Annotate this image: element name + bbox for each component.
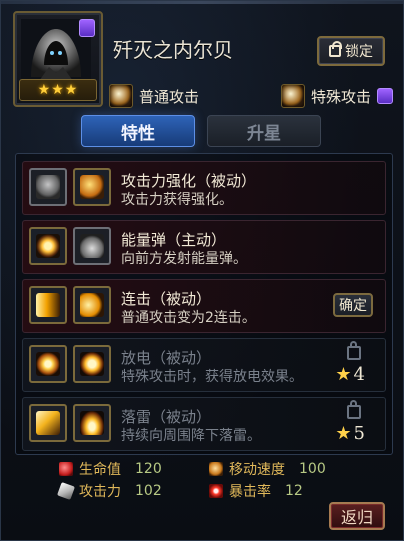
special-attack-label: 特殊攻击 [310, 87, 371, 106]
skill-slot-icon [73, 404, 111, 442]
normal-attack-label: 普通攻击 [139, 87, 200, 106]
character-portrait: ★★★ [13, 11, 103, 107]
claw-slash-icon [109, 84, 133, 108]
stats-panel: 生命值 120 攻击力 102 移动速度 100 暴击率 12 [57, 459, 329, 503]
skill-name: 攻击力强化（被动） [121, 172, 257, 190]
stat-label: 攻击力 [79, 484, 121, 500]
stat-value: 102 [135, 483, 162, 499]
stat-hp: 生命值 120 [59, 459, 162, 479]
required-star-level: ★ 4 [335, 366, 365, 384]
stat-value: 12 [285, 483, 303, 499]
armor-icon [36, 175, 60, 199]
skill-row[interactable]: 放电（被动） 特殊攻击时，获得放电效果。 ★ 4 [22, 338, 386, 392]
stat-label: 生命值 [79, 462, 121, 478]
skill-name: 放电（被动） [121, 349, 212, 367]
stat-label: 移动速度 [229, 462, 285, 478]
skills-list: 攻击力强化（被动） 攻击力获得强化。 能量弹（主动） 向前方发射能量弹。 连击（… [15, 153, 393, 455]
skill-row[interactable]: 攻击力强化（被动） 攻击力获得强化。 [22, 161, 386, 215]
normal-attack[interactable]: 普通攻击 [109, 84, 199, 108]
skill-row[interactable]: 能量弹（主动） 向前方发射能量弹。 [22, 220, 386, 274]
purple-ghost-icon [79, 19, 95, 37]
energy-orb-icon [36, 234, 60, 258]
skill-row[interactable]: 连击（被动） 普通攻击变为2连击。 确定 [22, 279, 386, 333]
spark-icon [36, 352, 60, 376]
skill-slot-icon [29, 345, 67, 383]
skill-slot-icon [73, 168, 111, 206]
tab-star-up[interactable]: 升星 [207, 115, 321, 147]
crosshair-icon [209, 484, 223, 498]
stat-label: 暴击率 [229, 484, 271, 500]
stat-attack: 攻击力 102 [57, 481, 162, 501]
skill-slot-icon [29, 404, 67, 442]
lightning-slash-icon [280, 84, 305, 108]
required-star-number: 4 [353, 364, 365, 385]
confirm-button[interactable]: 确定 [333, 293, 373, 317]
stat-crit-rate: 暴击率 12 [209, 481, 303, 501]
skill-description: 向前方发射能量弹。 [121, 251, 247, 267]
skill-description: 普通攻击变为2连击。 [121, 310, 256, 326]
required-star-level: ★ 5 [335, 425, 365, 443]
return-button[interactable]: 返归 [329, 502, 385, 530]
skill-name: 连击（被动） [121, 290, 212, 308]
stat-value: 120 [135, 461, 162, 477]
character-name: 歼灭之内尔贝 [113, 38, 233, 62]
required-star-number: 5 [353, 423, 365, 444]
dome-icon [80, 411, 104, 435]
lightning-icon [36, 411, 60, 435]
heart-icon [59, 462, 73, 476]
flame-icon [80, 234, 104, 258]
sword-icon [80, 175, 104, 199]
skill-slot-icon [73, 286, 111, 324]
skill-row[interactable]: 落雷（被动） 持续向周围降下落雷。 ★ 5 [22, 397, 386, 451]
skill-description: 持续向周围降下落雷。 [121, 428, 261, 444]
boots-icon [209, 462, 223, 476]
skill-name: 能量弹（主动） [121, 231, 227, 249]
tab-traits[interactable]: 特性 [81, 115, 195, 147]
tab-bar: 特性 升星 [81, 115, 331, 147]
purple-ghost-icon [377, 88, 393, 104]
lock-icon [347, 400, 361, 419]
skill-slot-icon [29, 227, 67, 265]
sword-icon [57, 482, 75, 500]
top-border-decoration [1, 1, 403, 4]
skill-slot-icon [29, 286, 67, 324]
attack-modes: 普通攻击 特殊攻击 [109, 83, 393, 109]
skill-slot-icon [29, 168, 67, 206]
special-attack[interactable]: 特殊攻击 [280, 84, 393, 108]
wave-icon [80, 293, 104, 317]
lock-button[interactable]: 锁定 [317, 36, 385, 66]
skill-description: 攻击力获得强化。 [121, 192, 233, 208]
star-rating: ★★★ [19, 79, 97, 101]
skill-slot-icon [73, 227, 111, 265]
stat-move-speed: 移动速度 100 [209, 459, 326, 479]
lock-button-label: 锁定 [345, 44, 373, 60]
beam-icon [36, 293, 60, 317]
star-icon: ★ [335, 423, 352, 444]
skill-slot-icon [73, 345, 111, 383]
stat-value: 100 [299, 461, 326, 477]
star-icon: ★ [335, 364, 352, 385]
skill-description: 特殊攻击时，获得放电效果。 [121, 369, 303, 385]
character-panel: ★★★ 歼灭之内尔贝 锁定 普通攻击 特殊攻击 特性 升星 攻击力强化（被动） … [0, 0, 404, 541]
lock-icon [329, 41, 342, 57]
burst-icon [80, 352, 104, 376]
skill-name: 落雷（被动） [121, 408, 212, 426]
lock-icon [347, 341, 361, 360]
